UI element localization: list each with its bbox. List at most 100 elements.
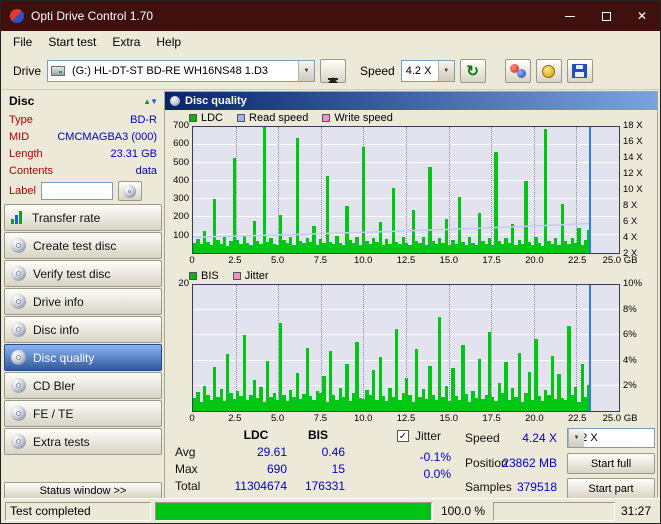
write-speed-swatch	[322, 114, 331, 122]
read-speed-legend-label: Read speed	[249, 112, 309, 124]
status-window-button[interactable]: Status window >>	[4, 482, 162, 499]
disc-label-row: Label	[4, 179, 162, 203]
bis-y-axis-left: 20	[178, 278, 189, 289]
menu-extra[interactable]: Extra	[104, 32, 148, 52]
label-input[interactable]	[40, 182, 113, 200]
eject-icon	[328, 62, 339, 83]
disc-quality-panel: Disc quality LDC Read speed Write speed …	[164, 91, 658, 499]
menu-help[interactable]: Help	[148, 32, 189, 52]
nav-label: FE / TE	[33, 406, 74, 421]
progress-bar	[155, 501, 433, 521]
max-bis-value: 15	[331, 462, 345, 476]
sidebar-item-disc-info[interactable]: Disc info	[4, 316, 162, 343]
jitter-value-1: -0.1%	[419, 450, 451, 464]
chevron-down-icon: ▼	[437, 61, 454, 81]
cd-bler-icon	[11, 378, 26, 393]
statusbar-spacer	[493, 501, 615, 521]
jitter-legend-label: Jitter	[244, 270, 269, 282]
avg-bis-value: 0.46	[321, 445, 345, 459]
menu-file[interactable]: File	[5, 32, 40, 52]
drive-select-value: (G:) HL-DT-ST BD-RE WH16NS48 1.D3	[72, 65, 269, 77]
samples-value: 379518	[516, 480, 557, 494]
ldc-legend-label: LDC	[201, 112, 224, 124]
ldc-column-header: LDC	[243, 428, 269, 442]
avg-ldc-value: 29.61	[256, 445, 287, 459]
disc-mid-row: MID CMCMAGBA3 (000)	[4, 128, 162, 145]
nav-label: Disc info	[33, 322, 80, 337]
ldc-y-axis-right: 18 X 16 X 14 X 12 X 10 X8 X6 X4 X2 X	[623, 120, 643, 259]
title-bar: Opti Drive Control 1.70 ✕	[1, 1, 660, 31]
total-label: Total	[175, 479, 201, 493]
total-ldc-value: 11304674	[234, 479, 288, 493]
ldc-chart: 700 600 500 400 300 200 100 18 X 16 X 14 X 12 X 10…	[166, 120, 656, 268]
sidebar-item-verify-test-disc[interactable]: Verify test disc	[4, 260, 162, 287]
maximize-button[interactable]	[588, 1, 624, 31]
save-icon	[572, 64, 588, 78]
speed-select[interactable]: 4.2 X ▼	[400, 60, 455, 82]
jitter-value-2: 0.0%	[423, 467, 451, 481]
label-label: Label	[9, 185, 36, 197]
type-value: BD-R	[130, 113, 157, 126]
window-title: Opti Drive Control 1.70	[31, 9, 154, 23]
bis-column-header: BIS	[307, 428, 328, 442]
sidebar-item-create-test-disc[interactable]: Create test disc	[4, 232, 162, 259]
start-full-button[interactable]: Start full	[567, 453, 655, 474]
minimize-button[interactable]	[552, 1, 588, 31]
nav-label: CD Bler	[33, 378, 76, 393]
sidebar-item-transfer-rate[interactable]: Transfer rate	[4, 204, 162, 231]
refresh-speed-button[interactable]: ↻	[459, 59, 486, 83]
refresh-disc-icon[interactable]: ▲▼	[143, 97, 158, 106]
create-test-disc-icon	[11, 238, 26, 253]
verify-test-disc-icon	[11, 266, 26, 281]
disc-type-row: Type BD-R	[4, 111, 162, 128]
write-label-button[interactable]	[117, 181, 142, 201]
panel-title: Disc quality	[185, 95, 247, 107]
fe-te-icon	[11, 406, 26, 421]
speed-stat-value: 4.24 X	[522, 431, 557, 445]
nav-label: Extra tests	[33, 434, 90, 449]
app-icon	[10, 9, 24, 23]
quality-speed-select[interactable]: 4.2 X ▼	[567, 428, 655, 448]
ldc-plot-area	[192, 126, 620, 254]
extra-tests-icon	[11, 434, 26, 449]
max-ldc-value: 690	[266, 462, 287, 476]
sidebar-item-disc-quality[interactable]: Disc quality	[4, 344, 162, 371]
transfer-rate-icon	[11, 211, 25, 224]
ldc-x-axis: 0 2.5 5.0 7.5 10.0 12.5 15.0 17.5 20.0 22.5 25.0 G…	[189, 255, 638, 266]
discs-icon	[509, 64, 526, 78]
options-button[interactable]	[535, 59, 562, 83]
bis-chart: 20 10% 8% 6% 4% 2% 0 2.5 5.0 7.5 10.0 12.5 15.0 17.…	[166, 278, 656, 426]
panel-disc-icon	[170, 96, 180, 106]
drive-icon	[51, 66, 66, 76]
sidebar-item-cd-bler[interactable]: CD Bler	[4, 372, 162, 399]
maximize-icon	[601, 11, 611, 21]
eject-button[interactable]	[320, 59, 347, 83]
sidebar-item-drive-info[interactable]: Drive info	[4, 288, 162, 315]
save-button[interactable]	[566, 59, 593, 83]
disc-length-row: Length 23.31 GB	[4, 145, 162, 162]
length-label: Length	[9, 147, 43, 160]
status-message: Test completed	[5, 501, 151, 521]
read-speed-swatch	[237, 114, 246, 122]
minimize-icon	[565, 15, 575, 17]
avg-label: Avg	[175, 445, 196, 459]
menu-start-test[interactable]: Start test	[40, 32, 104, 52]
drive-label: Drive	[13, 64, 42, 78]
nav-label: Drive info	[33, 294, 84, 309]
jitter-checkbox[interactable]: ✓	[397, 430, 409, 442]
close-button[interactable]: ✕	[624, 1, 660, 31]
position-value: 23862 MB	[502, 456, 557, 470]
type-label: Type	[9, 113, 33, 126]
length-value: 23.31 GB	[110, 147, 157, 160]
close-icon: ✕	[636, 9, 648, 23]
compare-discs-button[interactable]	[504, 59, 531, 83]
bis-legend-label: BIS	[201, 270, 219, 282]
sidebar-item-extra-tests[interactable]: Extra tests	[4, 428, 162, 455]
elapsed-time: 31:27	[620, 504, 651, 518]
menu-bar: File Start test Extra Help	[1, 31, 660, 53]
start-part-button[interactable]: Start part	[567, 478, 655, 499]
drive-select[interactable]: (G:) HL-DT-ST BD-RE WH16NS48 1.D3 ▼	[47, 60, 316, 82]
speed-label: Speed	[360, 64, 395, 78]
disc-quality-icon	[11, 350, 26, 365]
sidebar-item-fe-te[interactable]: FE / TE	[4, 400, 162, 427]
